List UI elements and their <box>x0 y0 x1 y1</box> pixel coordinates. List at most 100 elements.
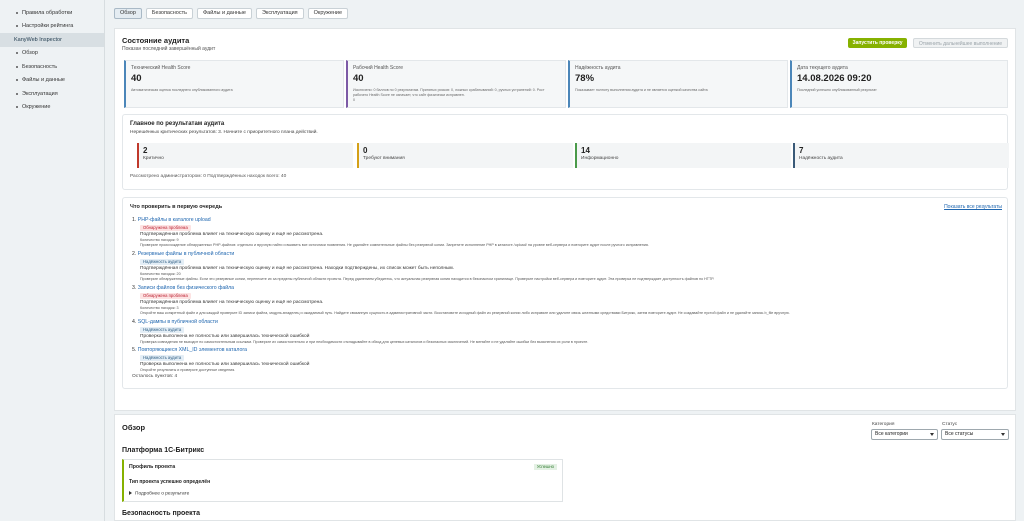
item-recommendation: Откройте ваш конкретный файл и для каждо… <box>140 310 790 315</box>
item-recommendation: Проверьте происхождение обнаруженных PHP… <box>140 242 649 247</box>
bullet-icon <box>16 79 18 82</box>
audit-title: Состояние аудита <box>122 36 190 45</box>
chevron-down-icon <box>1001 433 1005 436</box>
bullet-icon <box>16 11 18 14</box>
metric-label: Надёжность аудита <box>575 65 621 71</box>
metric-value: 40 <box>353 73 364 84</box>
audit-panel: Состояние аудита Показан последний завер… <box>114 28 1016 411</box>
sidebar-item-label: Настройки рейтинга <box>22 23 74 30</box>
summary-count: 14 <box>581 146 590 155</box>
sidebar-item-operation[interactable]: Эксплуатация <box>0 87 104 101</box>
metric-description: Автоматическая оценка последнего опублик… <box>131 88 233 92</box>
metric-label: Рабочий Health Score <box>353 65 403 71</box>
item-number: 5. <box>132 347 137 353</box>
summary-count: 7 <box>799 146 804 155</box>
priority-check-title: Что проверить в первую очередь <box>130 204 223 210</box>
item-title-link[interactable]: Записи файлов без физического файла <box>138 285 234 291</box>
sidebar-item-files[interactable]: Файлы и данные <box>0 74 104 88</box>
item-title-link[interactable]: PHP-файлы в каталоге upload <box>138 217 211 223</box>
status-badge: Обнаружена проблема <box>140 225 191 231</box>
bullet-icon <box>16 52 18 55</box>
item-recommendation: Откройте результаты и проверьте доступны… <box>140 368 236 372</box>
remaining-count: Осталось пунктов: 4 <box>132 374 178 379</box>
tab-operation[interactable]: Эксплуатация <box>255 8 304 19</box>
item-number: 4. <box>132 319 137 325</box>
sidebar-item-label: Обзор <box>22 50 38 57</box>
metric-extra: 0 <box>353 98 355 102</box>
item-number: 2. <box>132 251 137 257</box>
status-badge: Успешно <box>533 464 557 470</box>
tab-security[interactable]: Безопасность <box>145 8 193 19</box>
metric-description: Показывает полноту выполнения аудита и н… <box>575 88 708 92</box>
security-section-title: Безопасность проекта <box>122 510 200 517</box>
metric-value: 40 <box>131 73 142 84</box>
item-title-link[interactable]: Повторяющиеся XML_ID элементов каталога <box>138 347 247 353</box>
status-badge: Надёжность аудита <box>140 355 185 361</box>
metric-technical-score: Технический Health Score 40 Автоматическ… <box>124 60 344 108</box>
metric-working-score: Рабочий Health Score 40 Исключено: 0 бал… <box>346 60 566 108</box>
item-number: 3. <box>132 285 137 291</box>
metric-label: Дата текущего аудита <box>797 65 848 71</box>
card-status: Тип проекта успешно определён <box>129 479 211 485</box>
sidebar-item-inspector[interactable]: KanyWeb Inspector <box>0 33 104 47</box>
metric-reliability: Надёжность аудита 78% Показывает полноту… <box>568 60 788 108</box>
item-number: 1. <box>132 217 137 223</box>
sidebar-item-rating-settings[interactable]: Настройки рейтинга <box>0 20 104 34</box>
category-value: Все категории <box>875 431 908 437</box>
sidebar-item-rules[interactable]: Правила обработки <box>0 6 104 20</box>
category-select[interactable]: Все категории <box>871 429 938 440</box>
item-title-link[interactable]: Резервные файлы в публичной области <box>138 251 235 257</box>
bullet-icon <box>16 65 18 68</box>
metric-value: 78% <box>575 73 595 84</box>
list-item: 4. SQL-дампы в публичной области Надёжно… <box>132 319 1002 345</box>
overview-title: Обзор <box>122 423 146 432</box>
item-title-link[interactable]: SQL-дампы в публичной области <box>138 319 218 325</box>
metric-description: Исключено: 0 баллов по 0 результатам. Пр… <box>353 88 545 97</box>
details-label: Подробнее о результате <box>135 491 190 497</box>
tab-environment[interactable]: Окружение <box>307 8 349 19</box>
metric-description: Последний успешно опубликованный результ… <box>797 88 877 92</box>
details-toggle[interactable]: Подробнее о результате <box>129 491 189 496</box>
overview-panel: Обзор Категория Все категории Статус Все… <box>114 414 1016 521</box>
sidebar-item-overview[interactable]: Обзор <box>0 47 104 61</box>
cancel-execution-button[interactable]: Отменить дальнейшее выполнение <box>913 38 1008 48</box>
status-value: Все статусы <box>945 431 974 437</box>
metric-value: 14.08.2026 09:20 <box>797 73 872 84</box>
tab-bar: Обзор Безопасность Файлы и данные Эксплу… <box>114 8 349 19</box>
sidebar-item-security[interactable]: Безопасность <box>0 60 104 74</box>
summary-attention[interactable]: 0 Требуют внимания <box>357 143 573 168</box>
metric-label: Технический Health Score <box>131 65 191 71</box>
status-label: Статус <box>942 422 958 427</box>
tab-overview[interactable]: Обзор <box>114 8 142 19</box>
category-label: Категория <box>872 422 895 427</box>
summary-title: Главное по результатам аудита <box>130 121 225 127</box>
tab-files[interactable]: Файлы и данные <box>196 8 252 19</box>
bullet-icon <box>16 25 18 28</box>
priority-check-block: Что проверить в первую очередь Показать … <box>122 197 1008 389</box>
summary-footer: Рассмотрено администратором: 0 Подтвержд… <box>130 174 287 179</box>
summary-label: Требуют внимания <box>363 156 405 161</box>
list-item: 3. Записи файлов без физического файла О… <box>132 285 1002 315</box>
status-badge: Надёжность аудита <box>140 259 185 265</box>
card-title: Профиль проекта <box>129 464 176 470</box>
show-all-results-link[interactable]: Показать все результаты <box>944 204 1002 210</box>
run-audit-button[interactable]: Запустить проверку <box>848 38 907 48</box>
project-profile-card: Профиль проекта Успешно Тип проекта успе… <box>122 459 563 502</box>
summary-info[interactable]: 14 Информационно <box>575 143 791 168</box>
sidebar-item-label: Правила обработки <box>22 9 73 16</box>
summary-reliability[interactable]: 7 Надёжность аудита <box>793 143 1009 168</box>
bullet-icon <box>16 106 18 109</box>
status-select[interactable]: Все статусы <box>941 429 1009 440</box>
list-item: 2. Резервные файлы в публичной области Н… <box>132 251 1002 281</box>
status-badge: Обнаружена проблема <box>140 293 191 299</box>
bullet-icon <box>16 92 18 95</box>
status-badge: Надёжность аудита <box>140 327 185 333</box>
summary-text: Нерешённых критических результатов: 3. Н… <box>130 130 318 135</box>
sidebar-item-label: Безопасность <box>22 63 58 70</box>
sidebar-item-environment[interactable]: Окружение <box>0 101 104 115</box>
summary-block: Главное по результатам аудита Нерешённых… <box>122 114 1009 190</box>
summary-critical[interactable]: 2 Критично <box>137 143 353 168</box>
summary-label: Критично <box>143 156 164 161</box>
sidebar-item-label: Эксплуатация <box>22 90 58 97</box>
sidebar: Правила обработки Настройки рейтинга Kan… <box>0 0 105 521</box>
